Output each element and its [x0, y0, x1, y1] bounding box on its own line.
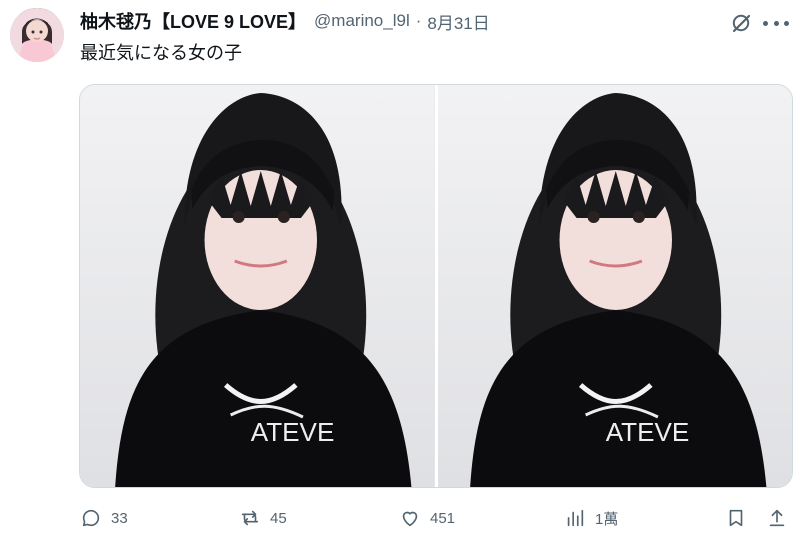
svg-text:ATEVE: ATEVE — [605, 417, 689, 447]
media-grid: ATEVE ATEVE — [79, 84, 793, 488]
svg-text:ATEVE: ATEVE — [251, 417, 335, 447]
separator-dot: · — [415, 11, 422, 30]
author-name[interactable]: 柚木毬乃【LOVE 9 LOVE】 — [80, 8, 306, 34]
tweet: 柚木毬乃【LOVE 9 LOVE】 @marino_l9l · 8月31日 最近… — [0, 0, 800, 543]
post-date[interactable]: 8月31日 — [427, 9, 489, 34]
like-count: 451 — [430, 509, 456, 527]
bookmark-icon — [729, 509, 743, 527]
bookmark-button[interactable] — [725, 504, 747, 532]
share-icon — [769, 509, 785, 527]
repost-count: 45 — [270, 509, 287, 527]
author-handle[interactable]: @marino_l9l — [314, 11, 410, 31]
post-text: 最近気になる女の子 — [80, 43, 242, 63]
repost-button[interactable]: 45 — [239, 504, 287, 532]
photo-1[interactable]: ATEVE — [80, 85, 435, 487]
reply-button[interactable]: 33 — [80, 504, 128, 532]
avatar[interactable] — [10, 8, 64, 62]
reply-count: 33 — [111, 509, 128, 527]
grok-icon[interactable] — [730, 12, 752, 34]
photo-2[interactable]: ATEVE — [437, 85, 792, 487]
like-button[interactable]: 451 — [399, 504, 455, 532]
reply-icon — [82, 509, 100, 527]
action-bar: 33 45 451 1萬 — [80, 504, 790, 532]
share-button[interactable] — [766, 504, 788, 532]
post-header: 柚木毬乃【LOVE 9 LOVE】 @marino_l9l · 8月31日 — [80, 8, 490, 34]
more-icon[interactable] — [763, 14, 789, 32]
heart-icon — [402, 511, 418, 527]
views-button[interactable]: 1萬 — [564, 504, 618, 532]
view-count: 1萬 — [595, 510, 619, 528]
analytics-icon — [567, 509, 584, 527]
repost-icon — [241, 510, 259, 526]
